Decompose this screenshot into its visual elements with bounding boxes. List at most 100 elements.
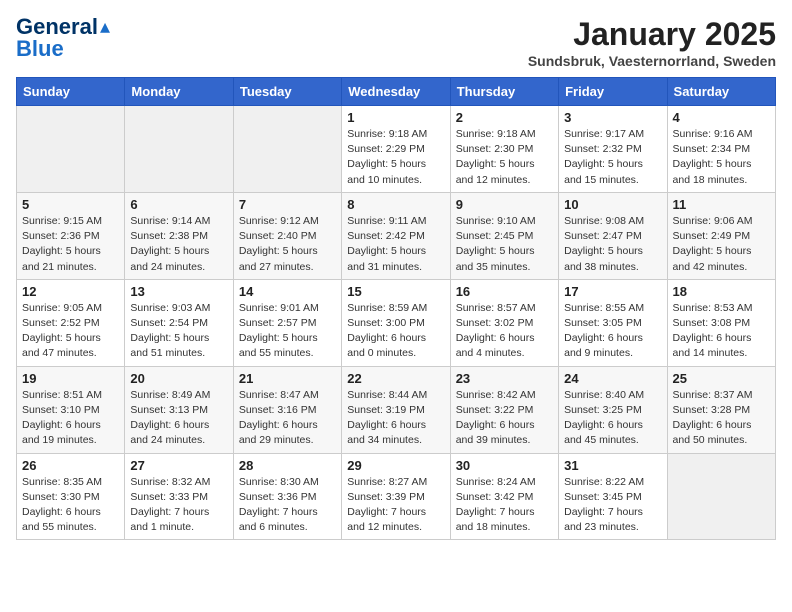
day-info: Sunrise: 8:32 AM Sunset: 3:33 PM Dayligh…: [130, 475, 227, 536]
day-number: 31: [564, 458, 661, 473]
calendar-cell: 18 Sunrise: 8:53 AM Sunset: 3:08 PM Dayli…: [667, 279, 775, 366]
day-number: 10: [564, 197, 661, 212]
calendar-cell: 16 Sunrise: 8:57 AM Sunset: 3:02 PM Dayli…: [450, 279, 558, 366]
day-number: 3: [564, 110, 661, 125]
weekday-header-saturday: Saturday: [667, 78, 775, 106]
logo-text: General: [16, 16, 98, 38]
week-row-2: 5 Sunrise: 9:15 AM Sunset: 2:36 PM Daylig…: [17, 192, 776, 279]
day-number: 27: [130, 458, 227, 473]
day-number: 8: [347, 197, 444, 212]
day-number: 11: [673, 197, 770, 212]
day-info: Sunrise: 8:55 AM Sunset: 3:05 PM Dayligh…: [564, 301, 661, 362]
calendar-cell: [667, 453, 775, 540]
calendar-cell: [233, 106, 341, 193]
calendar-cell: 19Sunrise: 8:51 AM Sunset: 3:10 PM Dayli…: [17, 366, 125, 453]
calendar-cell: 13 Sunrise: 9:03 AM Sunset: 2:54 PM Dayli…: [125, 279, 233, 366]
day-number: 4: [673, 110, 770, 125]
day-number: 24: [564, 371, 661, 386]
calendar-cell: 9 Sunrise: 9:10 AM Sunset: 2:45 PM Daylig…: [450, 192, 558, 279]
day-info: Sunrise: 8:53 AM Sunset: 3:08 PM Dayligh…: [673, 301, 770, 362]
week-row-1: 1 Sunrise: 9:18 AM Sunset: 2:29 PM Daylig…: [17, 106, 776, 193]
day-info: Sunrise: 8:57 AM Sunset: 3:02 PM Dayligh…: [456, 301, 553, 362]
calendar-cell: 2Sunrise: 9:18 AM Sunset: 2:30 PM Daylig…: [450, 106, 558, 193]
day-number: 13: [130, 284, 227, 299]
day-info: Sunrise: 8:37 AM Sunset: 3:28 PM Dayligh…: [673, 388, 770, 449]
title-block: January 2025 Sundsbruk, Vaesternorrland,…: [528, 16, 776, 69]
logo-bird-icon: ▴: [100, 17, 110, 37]
weekday-header-tuesday: Tuesday: [233, 78, 341, 106]
calendar-cell: 20 Sunrise: 8:49 AM Sunset: 3:13 PM Dayli…: [125, 366, 233, 453]
day-info: Sunrise: 8:24 AM Sunset: 3:42 PM Dayligh…: [456, 475, 553, 536]
day-info: Sunrise: 9:03 AM Sunset: 2:54 PM Dayligh…: [130, 301, 227, 362]
day-number: 30: [456, 458, 553, 473]
day-number: 5: [22, 197, 119, 212]
day-info: Sunrise: 8:35 AM Sunset: 3:30 PM Dayligh…: [22, 475, 119, 536]
weekday-header-wednesday: Wednesday: [342, 78, 450, 106]
day-info: Sunrise: 9:08 AM Sunset: 2:47 PM Dayligh…: [564, 214, 661, 275]
day-number: 23: [456, 371, 553, 386]
day-number: 9: [456, 197, 553, 212]
calendar-cell: 17 Sunrise: 8:55 AM Sunset: 3:05 PM Dayli…: [559, 279, 667, 366]
calendar-cell: 3Sunrise: 9:17 AM Sunset: 2:32 PM Daylig…: [559, 106, 667, 193]
day-number: 22: [347, 371, 444, 386]
day-info: Sunrise: 9:18 AM Sunset: 2:30 PM Dayligh…: [456, 127, 553, 188]
calendar-cell: 8 Sunrise: 9:11 AM Sunset: 2:42 PM Daylig…: [342, 192, 450, 279]
day-info: Sunrise: 9:05 AM Sunset: 2:52 PM Dayligh…: [22, 301, 119, 362]
day-info: Sunrise: 8:30 AM Sunset: 3:36 PM Dayligh…: [239, 475, 336, 536]
calendar-cell: 11Sunrise: 9:06 AM Sunset: 2:49 PM Dayli…: [667, 192, 775, 279]
day-info: Sunrise: 9:01 AM Sunset: 2:57 PM Dayligh…: [239, 301, 336, 362]
week-row-4: 19Sunrise: 8:51 AM Sunset: 3:10 PM Dayli…: [17, 366, 776, 453]
calendar-cell: 22Sunrise: 8:44 AM Sunset: 3:19 PM Dayli…: [342, 366, 450, 453]
calendar-cell: 10 Sunrise: 9:08 AM Sunset: 2:47 PM Dayli…: [559, 192, 667, 279]
day-number: 17: [564, 284, 661, 299]
day-number: 28: [239, 458, 336, 473]
day-number: 29: [347, 458, 444, 473]
calendar-cell: 14 Sunrise: 9:01 AM Sunset: 2:57 PM Dayli…: [233, 279, 341, 366]
day-number: 18: [673, 284, 770, 299]
day-info: Sunrise: 8:27 AM Sunset: 3:39 PM Dayligh…: [347, 475, 444, 536]
day-info: Sunrise: 9:12 AM Sunset: 2:40 PM Dayligh…: [239, 214, 336, 275]
calendar-cell: 27 Sunrise: 8:32 AM Sunset: 3:33 PM Dayli…: [125, 453, 233, 540]
day-info: Sunrise: 9:16 AM Sunset: 2:34 PM Dayligh…: [673, 127, 770, 188]
location-subtitle: Sundsbruk, Vaesternorrland, Sweden: [528, 53, 776, 69]
month-year-title: January 2025: [528, 16, 776, 53]
calendar-cell: 6Sunrise: 9:14 AM Sunset: 2:38 PM Daylig…: [125, 192, 233, 279]
day-info: Sunrise: 9:18 AM Sunset: 2:29 PM Dayligh…: [347, 127, 444, 188]
calendar-cell: 28 Sunrise: 8:30 AM Sunset: 3:36 PM Dayli…: [233, 453, 341, 540]
calendar-cell: 5 Sunrise: 9:15 AM Sunset: 2:36 PM Daylig…: [17, 192, 125, 279]
calendar-cell: 21Sunrise: 8:47 AM Sunset: 3:16 PM Dayli…: [233, 366, 341, 453]
calendar-cell: 31Sunrise: 8:22 AM Sunset: 3:45 PM Dayli…: [559, 453, 667, 540]
logo: General ▴ Blue: [16, 16, 110, 60]
day-info: Sunrise: 8:51 AM Sunset: 3:10 PM Dayligh…: [22, 388, 119, 449]
calendar-cell: 23 Sunrise: 8:42 AM Sunset: 3:22 PM Dayli…: [450, 366, 558, 453]
day-info: Sunrise: 8:59 AM Sunset: 3:00 PM Dayligh…: [347, 301, 444, 362]
calendar-cell: 30 Sunrise: 8:24 AM Sunset: 3:42 PM Dayli…: [450, 453, 558, 540]
calendar-cell: 24 Sunrise: 8:40 AM Sunset: 3:25 PM Dayli…: [559, 366, 667, 453]
weekday-header-sunday: Sunday: [17, 78, 125, 106]
day-info: Sunrise: 9:10 AM Sunset: 2:45 PM Dayligh…: [456, 214, 553, 275]
day-info: Sunrise: 9:14 AM Sunset: 2:38 PM Dayligh…: [130, 214, 227, 275]
day-number: 1: [347, 110, 444, 125]
day-number: 15: [347, 284, 444, 299]
day-number: 12: [22, 284, 119, 299]
calendar-cell: 1 Sunrise: 9:18 AM Sunset: 2:29 PM Daylig…: [342, 106, 450, 193]
calendar-cell: 12 Sunrise: 9:05 AM Sunset: 2:52 PM Dayli…: [17, 279, 125, 366]
logo-blue-text: Blue: [16, 38, 64, 60]
day-info: Sunrise: 8:40 AM Sunset: 3:25 PM Dayligh…: [564, 388, 661, 449]
calendar-cell: 4 Sunrise: 9:16 AM Sunset: 2:34 PM Daylig…: [667, 106, 775, 193]
weekday-header-monday: Monday: [125, 78, 233, 106]
calendar-cell: 15 Sunrise: 8:59 AM Sunset: 3:00 PM Dayli…: [342, 279, 450, 366]
day-info: Sunrise: 9:15 AM Sunset: 2:36 PM Dayligh…: [22, 214, 119, 275]
day-number: 7: [239, 197, 336, 212]
day-number: 20: [130, 371, 227, 386]
day-number: 14: [239, 284, 336, 299]
page-header: General ▴ Blue January 2025 Sundsbruk, V…: [16, 16, 776, 69]
day-number: 16: [456, 284, 553, 299]
weekday-header-row: SundayMondayTuesdayWednesdayThursdayFrid…: [17, 78, 776, 106]
calendar-table: SundayMondayTuesdayWednesdayThursdayFrid…: [16, 77, 776, 540]
day-info: Sunrise: 9:11 AM Sunset: 2:42 PM Dayligh…: [347, 214, 444, 275]
day-info: Sunrise: 8:42 AM Sunset: 3:22 PM Dayligh…: [456, 388, 553, 449]
week-row-3: 12 Sunrise: 9:05 AM Sunset: 2:52 PM Dayli…: [17, 279, 776, 366]
weekday-header-friday: Friday: [559, 78, 667, 106]
day-info: Sunrise: 8:49 AM Sunset: 3:13 PM Dayligh…: [130, 388, 227, 449]
